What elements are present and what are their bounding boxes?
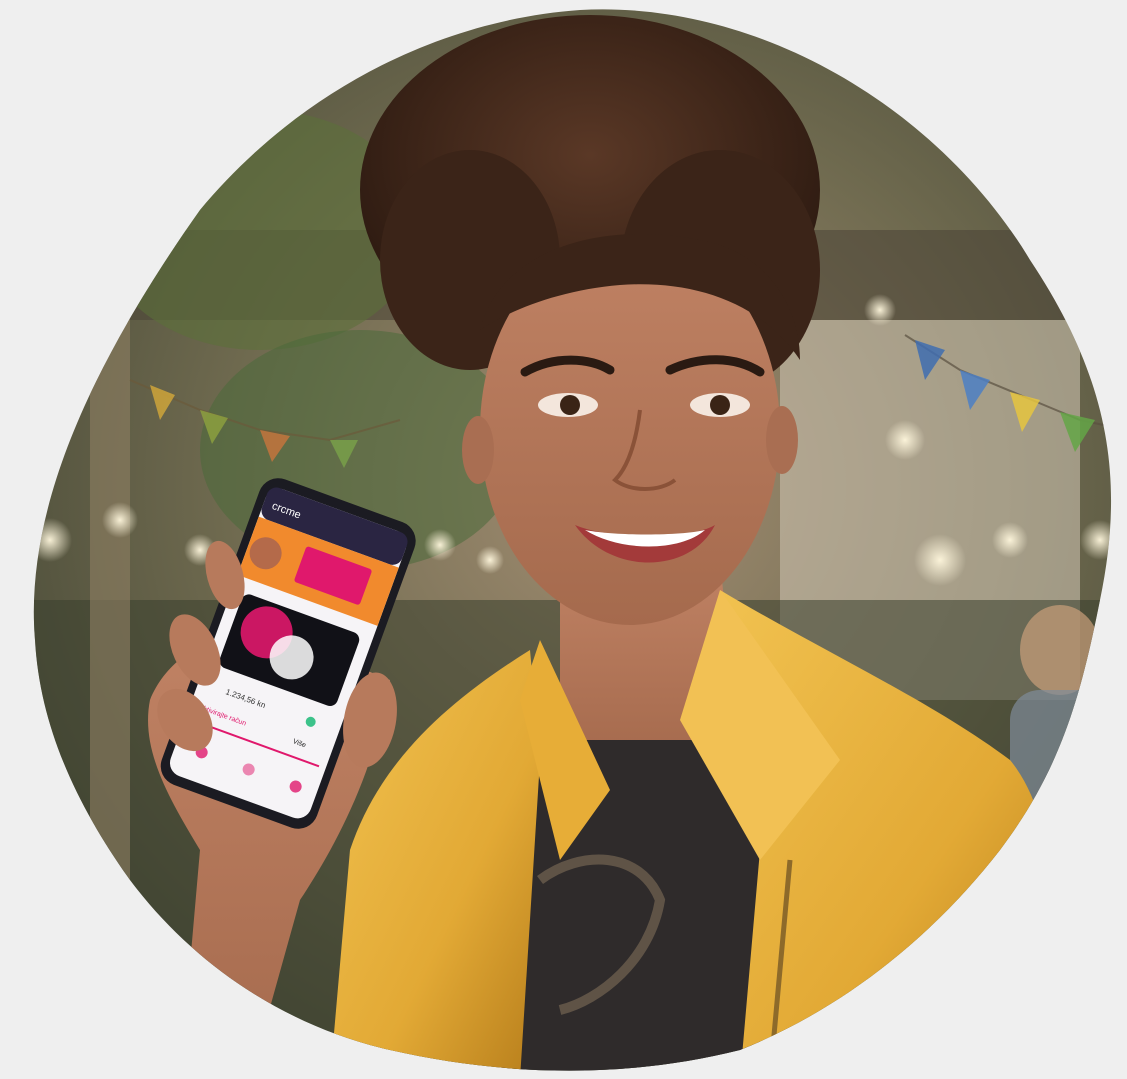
photo-content: crcme 1.234,56 kn Aktivirajte račun Više [33, 9, 1112, 1071]
photo-stage: crcme 1.234,56 kn Aktivirajte račun Više [0, 0, 1127, 1079]
photo-blob: crcme 1.234,56 kn Aktivirajte račun Više [33, 9, 1112, 1071]
